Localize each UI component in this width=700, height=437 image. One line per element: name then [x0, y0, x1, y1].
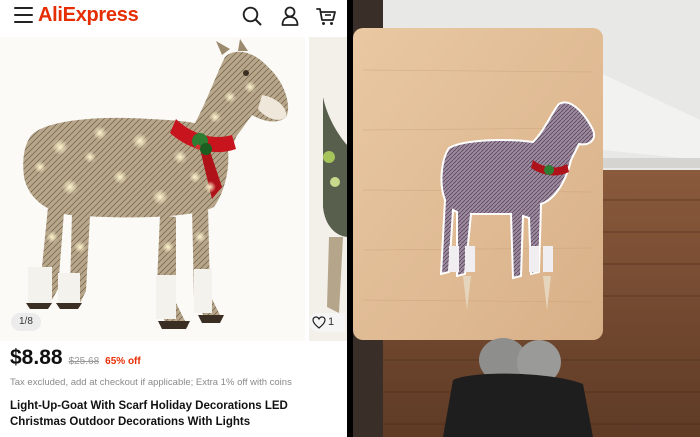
aliexpress-product-page: AliExpress 1/8 1 $8.88 $25.68 65% off Ta…: [0, 0, 347, 437]
top-bar: AliExpress: [0, 0, 347, 34]
tax-note: Tax excluded, add at checkout if applica…: [10, 377, 292, 388]
discount-badge: 65% off: [105, 356, 141, 367]
image-counter: 1/8: [11, 313, 41, 331]
received-item-photo: [353, 0, 700, 437]
aliexpress-logo[interactable]: AliExpress: [38, 4, 139, 27]
current-price: $8.88: [10, 346, 63, 369]
original-price: $25.68: [68, 356, 100, 367]
cart-icon[interactable]: [315, 5, 337, 27]
next-product-image[interactable]: [309, 37, 347, 341]
wishlist-button[interactable]: 1: [309, 313, 345, 332]
heart-icon: [312, 316, 326, 329]
account-icon[interactable]: [279, 5, 301, 27]
product-title[interactable]: Light-Up-Goat With Scarf Holiday Decorat…: [10, 398, 340, 430]
product-image-goat[interactable]: 1/8: [0, 37, 305, 341]
price-row: $8.88 $25.68 65% off: [10, 346, 141, 370]
menu-icon[interactable]: [14, 7, 33, 25]
wishlist-count: 1: [328, 316, 335, 328]
product-gallery[interactable]: 1/8 1: [0, 37, 347, 341]
search-icon[interactable]: [241, 5, 263, 27]
